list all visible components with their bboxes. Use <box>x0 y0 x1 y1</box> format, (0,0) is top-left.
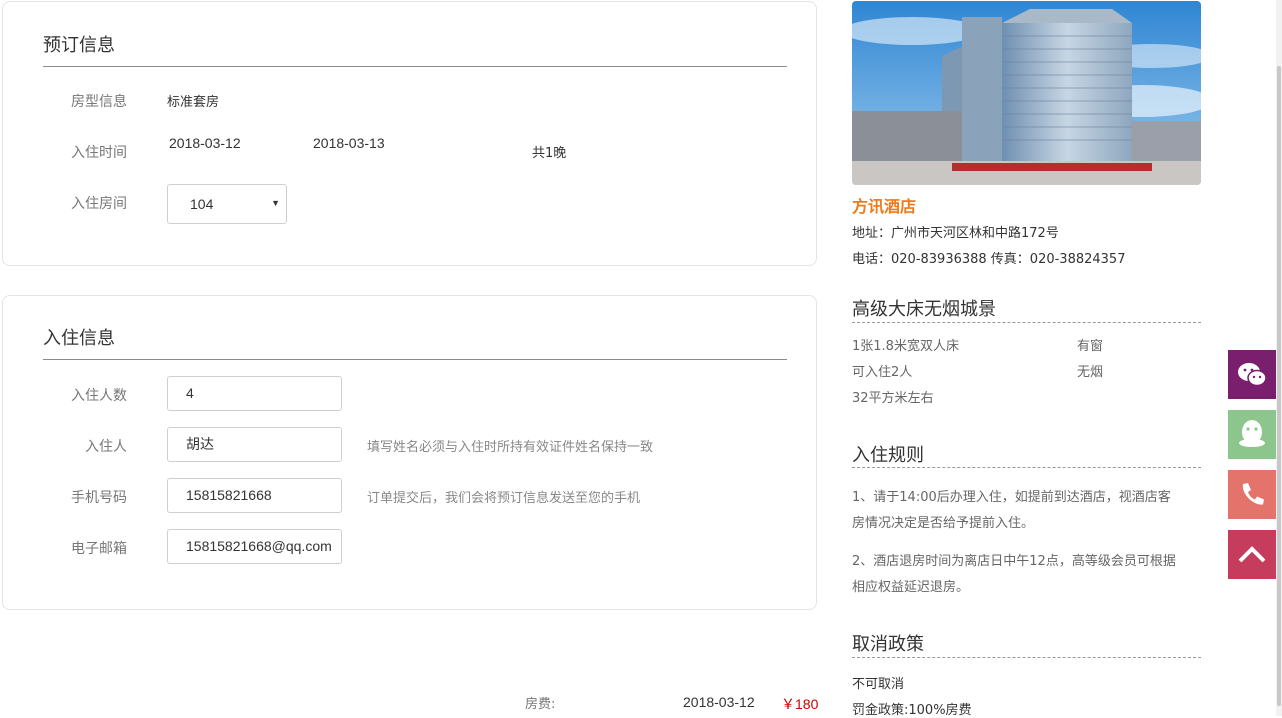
guest-info-card: 入住信息 入住人数 4 入住人 胡达 填写姓名必须与入住时所持有效证件姓名保持一… <box>2 295 817 610</box>
rule2-line1: 2、酒店退房时间为离店日中午12点，高等级会员可根据 <box>852 554 1176 569</box>
fee-label: 房费: <box>525 697 556 712</box>
room-bed: 1张1.8米宽双人床 <box>852 339 959 354</box>
rule1-line2: 房情况决定是否给予提前入住。 <box>852 516 1035 531</box>
phone-label: 手机号码 <box>71 490 127 506</box>
phone-icon <box>1242 483 1264 505</box>
nights-count: 共1晚 <box>532 146 567 161</box>
cancel-policy-title: 取消政策 <box>852 634 924 655</box>
checkout-date[interactable]: 2018-03-13 <box>313 135 385 151</box>
checkin-date[interactable]: 2018-03-12 <box>169 135 241 151</box>
page-scrollbar[interactable] <box>1276 0 1282 716</box>
phone-button[interactable] <box>1228 470 1276 519</box>
scrollbar-thumb[interactable] <box>1277 66 1281 706</box>
room-features-divider <box>852 322 1201 323</box>
phone-hint: 订单提交后，我们会将预订信息发送至您的手机 <box>367 491 641 506</box>
booking-info-card: 预订信息 房型信息 标准套房 入住时间 2018-03-12 2018-03-1… <box>2 1 817 266</box>
hotel-address: 地址：广州市天河区林和中路172号 <box>852 226 1059 241</box>
fee-amount: ￥180 <box>781 696 819 712</box>
email-input[interactable]: 15815821668@qq.com <box>167 529 342 564</box>
wechat-button[interactable] <box>1228 350 1276 399</box>
room-capacity: 可入住2人 <box>852 365 913 380</box>
chevron-down-icon: ▼ <box>271 198 280 208</box>
booking-info-title: 预订信息 <box>43 35 115 56</box>
qq-icon <box>1239 420 1265 447</box>
qq-button[interactable] <box>1228 410 1276 459</box>
guest-name-hint: 填写姓名必须与入住时所持有效证件姓名保持一致 <box>367 440 654 455</box>
guest-count-input[interactable]: 4 <box>167 376 342 411</box>
cancel-policy-text: 不可取消 <box>852 677 905 692</box>
penalty-policy-text: 罚金政策:100%房费 <box>852 703 972 718</box>
room-type-value: 标准套房 <box>167 95 220 110</box>
room-window: 有窗 <box>1077 339 1104 354</box>
wechat-icon <box>1238 363 1267 387</box>
checkin-time-label: 入住时间 <box>71 145 127 161</box>
rule1-line1: 1、请于14:00后办理入住，如提前到达酒店，视酒店客 <box>852 490 1171 505</box>
fee-date: 2018-03-12 <box>683 694 755 710</box>
cancel-policy-divider <box>852 657 1201 658</box>
hotel-photo <box>852 1 1201 185</box>
guest-name-input[interactable]: 胡达 <box>167 427 342 462</box>
hotel-name[interactable]: 方讯酒店 <box>852 193 916 217</box>
room-number-select[interactable]: 104 ▼ <box>167 184 287 224</box>
room-area: 32平方米左右 <box>852 391 934 406</box>
rule2-line2: 相应权益延迟退房。 <box>852 580 970 595</box>
checkin-rules-title: 入住规则 <box>852 445 924 466</box>
checkin-rules-divider <box>852 467 1201 468</box>
room-smoke: 无烟 <box>1077 365 1104 380</box>
room-features-title: 高级大床无烟城景 <box>852 299 996 320</box>
room-type-label: 房型信息 <box>71 94 127 110</box>
room-number-label: 入住房间 <box>71 196 127 212</box>
guest-count-label: 入住人数 <box>71 388 127 404</box>
back-to-top-button[interactable] <box>1228 530 1276 579</box>
room-number-value: 104 <box>190 196 214 212</box>
booking-info-divider <box>43 66 787 67</box>
phone-input[interactable]: 15815821668 <box>167 478 342 513</box>
guest-info-title: 入住信息 <box>43 328 115 349</box>
guest-name-label: 入住人 <box>85 439 127 455</box>
back-to-top-icon <box>1238 546 1266 563</box>
hotel-contact: 电话：020-83936388 传真：020-38824357 <box>852 252 1126 267</box>
email-label: 电子邮箱 <box>71 541 127 557</box>
guest-info-divider <box>43 359 787 360</box>
